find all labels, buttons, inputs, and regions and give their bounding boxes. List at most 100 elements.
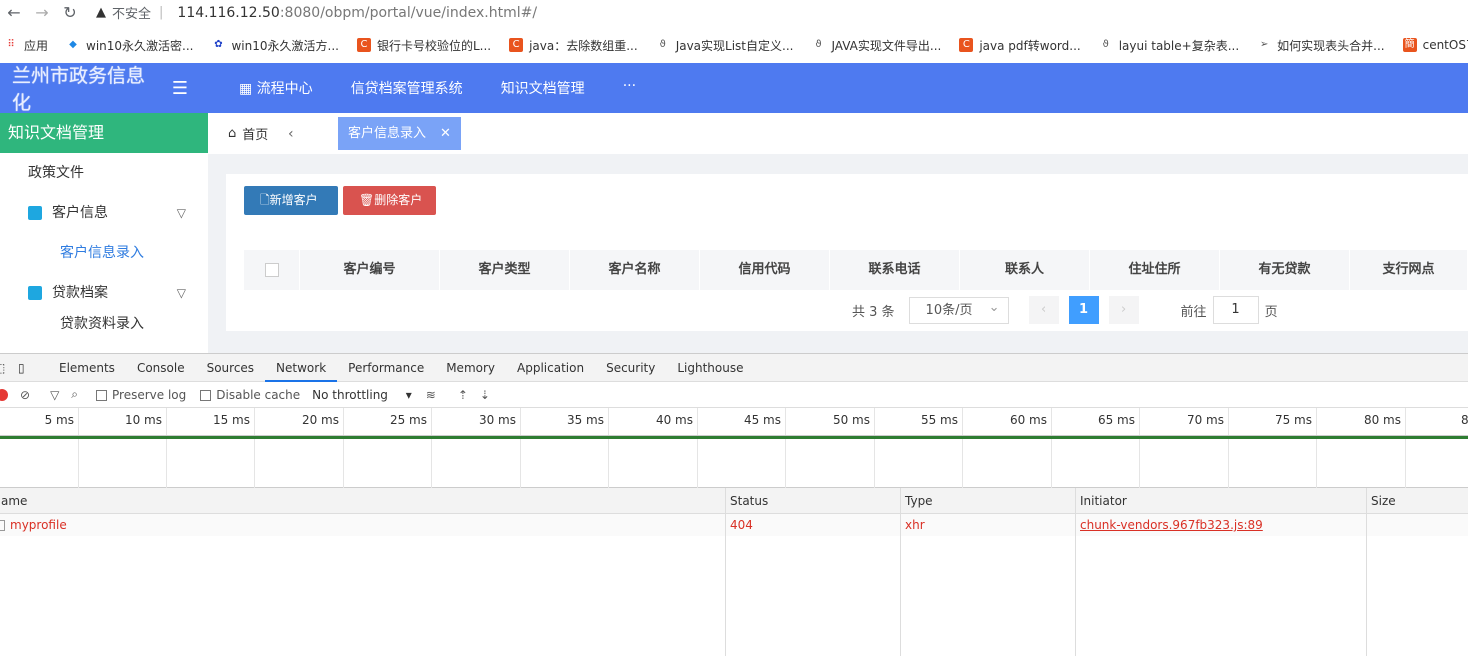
bookmark-label: Java实现List自定义... bbox=[675, 38, 794, 53]
tick-label: 35 ms bbox=[566, 413, 604, 427]
home-icon: ⌂ bbox=[228, 126, 237, 141]
bookmark-item[interactable]: ➢ 如何实现表头合并... bbox=[1257, 37, 1385, 54]
devtools-tab-memory[interactable]: Memory bbox=[435, 354, 506, 382]
reload-icon[interactable]: ↻ bbox=[56, 3, 84, 22]
column-header[interactable]: 信用代码 bbox=[700, 250, 830, 290]
devtools-tab-application[interactable]: Application bbox=[506, 354, 595, 382]
chevron-left-icon[interactable]: ‹ bbox=[288, 126, 338, 142]
chevron-down-icon: ▽ bbox=[176, 206, 186, 220]
bookmark-item[interactable]: Cjava：去除数组重... bbox=[509, 37, 638, 54]
bookmark-item[interactable]: ✿ win10永久激活方... bbox=[211, 37, 339, 54]
close-icon[interactable]: ✕ bbox=[440, 117, 451, 150]
bookmark-label: layui table+复杂表... bbox=[1118, 38, 1240, 53]
throttling-label: No throttling bbox=[312, 387, 388, 402]
top-nav: ▦ 流程中心 信贷档案管理系统 知识文档管理 ··· bbox=[220, 78, 655, 98]
devtools-tab-network[interactable]: Network bbox=[265, 354, 338, 382]
browser-toolbar: ← → ↻ ▲ 不安全 | 114.116.12.50:8080/obpm/po… bbox=[0, 0, 1468, 25]
clear-icon[interactable]: ⊘ bbox=[20, 388, 30, 402]
devtools-tab-console[interactable]: Console bbox=[126, 354, 196, 382]
prev-page-button[interactable]: ‹ bbox=[1028, 296, 1059, 324]
column-header-status[interactable]: Status bbox=[726, 488, 901, 513]
nav-item-credit-archive[interactable]: 信贷档案管理系统 bbox=[332, 78, 482, 98]
network-timeline[interactable]: 5 ms 10 ms 15 ms 20 ms 25 ms 30 ms 35 ms… bbox=[0, 408, 1468, 488]
column-header[interactable]: 有无贷款 bbox=[1220, 250, 1350, 290]
bookmark-apps[interactable]: ⠿ 应用 bbox=[4, 37, 48, 54]
disable-cache-toggle[interactable]: Disable cache bbox=[200, 388, 300, 402]
diamond-icon: ◆ bbox=[69, 39, 77, 50]
column-header[interactable]: 客户名称 bbox=[570, 250, 700, 290]
address-bar[interactable]: 114.116.12.50:8080/obpm/portal/vue/index… bbox=[177, 5, 537, 21]
initiator-link[interactable]: chunk-vendors.967fb323.js:89 bbox=[1080, 518, 1263, 532]
nav-more-button[interactable]: ··· bbox=[604, 78, 655, 98]
search-icon[interactable]: ⌕ bbox=[71, 387, 78, 402]
wifi-icon[interactable]: ≋ bbox=[426, 388, 436, 402]
bookmark-item[interactable]: C 银行卡号校验位的L... bbox=[356, 37, 491, 54]
filter-icon[interactable]: ▽ bbox=[50, 388, 59, 402]
devtools-tab-security[interactable]: Security bbox=[595, 354, 666, 382]
delete-customer-button[interactable]: 🗑删除客户 bbox=[343, 186, 436, 215]
timeline-tick: 40 ms bbox=[608, 408, 697, 488]
select-all-checkbox[interactable] bbox=[264, 262, 279, 277]
inspect-icon[interactable]: ⬚ bbox=[0, 361, 10, 375]
bookmark-item[interactable]: 簡 centOS7... bbox=[1402, 38, 1468, 52]
bookmark-item[interactable]: ϑ JAVA实现文件导出... bbox=[811, 37, 941, 54]
empty-column bbox=[1076, 536, 1367, 656]
column-header[interactable]: 支行网点 bbox=[1350, 250, 1468, 290]
back-icon[interactable]: ← bbox=[0, 3, 28, 22]
bookmark-label: JAVA实现文件导出... bbox=[831, 38, 942, 53]
sidebar-subitem-customer-entry[interactable]: 客户信息录入 bbox=[0, 233, 208, 273]
preserve-log-checkbox[interactable] bbox=[96, 389, 108, 401]
caret-down-icon: ▾ bbox=[405, 387, 412, 402]
throttling-select[interactable]: No throttling ▾ bbox=[312, 388, 412, 402]
disable-cache-checkbox[interactable] bbox=[200, 389, 212, 401]
goto-page-input[interactable]: 1 bbox=[1212, 296, 1259, 324]
column-header[interactable]: 客户类型 bbox=[440, 250, 570, 290]
next-page-button[interactable]: › bbox=[1108, 296, 1139, 324]
current-page-button[interactable]: 1 bbox=[1068, 296, 1099, 324]
sidebar-subitem-loan-entry[interactable]: 贷款资料录入 bbox=[0, 313, 208, 329]
devtools-tab-elements[interactable]: Elements bbox=[48, 354, 126, 382]
column-header[interactable]: 联系人 bbox=[960, 250, 1090, 290]
devtools-tab-sources[interactable]: Sources bbox=[196, 354, 265, 382]
network-request-row[interactable]: myprofile 404 xhr chunk-vendors.967fb323… bbox=[0, 514, 1468, 536]
devtools-tab-lighthouse[interactable]: Lighthouse bbox=[666, 354, 754, 382]
select-all-cell[interactable] bbox=[244, 250, 300, 290]
bookmark-item[interactable]: Cjava pdf转word... bbox=[959, 37, 1081, 54]
record-icon[interactable] bbox=[0, 388, 8, 401]
upload-icon[interactable]: ⇡ bbox=[458, 388, 468, 402]
tick-label: 75 ms bbox=[1274, 413, 1312, 427]
column-header-initiator[interactable]: Initiator bbox=[1076, 488, 1367, 513]
nav-item-process-center[interactable]: ▦ 流程中心 bbox=[220, 78, 332, 98]
empty-column bbox=[0, 536, 726, 656]
tab-home[interactable]: ⌂ 首页 bbox=[208, 124, 288, 143]
nav-item-knowledge-docs[interactable]: 知识文档管理 bbox=[482, 78, 604, 98]
column-header-name[interactable]: Name bbox=[0, 488, 726, 513]
add-customer-button[interactable]: 🗋新增客户 bbox=[244, 186, 338, 215]
sidebar-item-loan-archive[interactable]: 贷款档案 ▽ bbox=[0, 273, 208, 313]
timeline-tick: 45 ms bbox=[697, 408, 785, 488]
tab-customer-entry[interactable]: 客户信息录入 ✕ bbox=[338, 117, 461, 150]
bookmark-item[interactable]: ϑ layui table+复杂表... bbox=[1099, 37, 1240, 54]
timeline-tick: 65 ms bbox=[1051, 408, 1139, 488]
paw-icon: ✿ bbox=[214, 39, 223, 50]
forward-icon[interactable]: → bbox=[28, 3, 56, 22]
column-header[interactable]: 联系电话 bbox=[830, 250, 960, 290]
sidebar-item-customer-info[interactable]: 客户信息 ▽ bbox=[0, 193, 208, 233]
page-size-select[interactable]: 10条/页 bbox=[908, 295, 1009, 324]
timeline-tick: 70 ms bbox=[1139, 408, 1228, 488]
request-initiator[interactable]: chunk-vendors.967fb323.js:89 bbox=[1076, 514, 1367, 536]
trash-icon: 🗑 bbox=[359, 193, 375, 207]
column-header[interactable]: 客户编号 bbox=[300, 250, 440, 290]
preserve-log-toggle[interactable]: Preserve log bbox=[96, 388, 186, 402]
menu-toggle-icon[interactable]: ☰ bbox=[160, 78, 200, 99]
security-indicator[interactable]: ▲ 不安全 bbox=[96, 3, 151, 22]
download-icon[interactable]: ⇣ bbox=[480, 388, 490, 402]
column-header[interactable]: 住址住所 bbox=[1090, 250, 1220, 290]
device-toolbar-icon[interactable]: ▯ bbox=[18, 361, 48, 375]
bookmark-item[interactable]: ϑ Java实现List自定义... bbox=[656, 37, 794, 54]
column-header-size[interactable]: Size bbox=[1367, 488, 1468, 513]
sidebar-item-policy[interactable]: 政策文件 bbox=[0, 153, 208, 193]
column-header-type[interactable]: Type bbox=[901, 488, 1076, 513]
bookmark-item[interactable]: ◆ win10永久激活密... bbox=[66, 37, 193, 54]
devtools-tab-performance[interactable]: Performance bbox=[337, 354, 435, 382]
